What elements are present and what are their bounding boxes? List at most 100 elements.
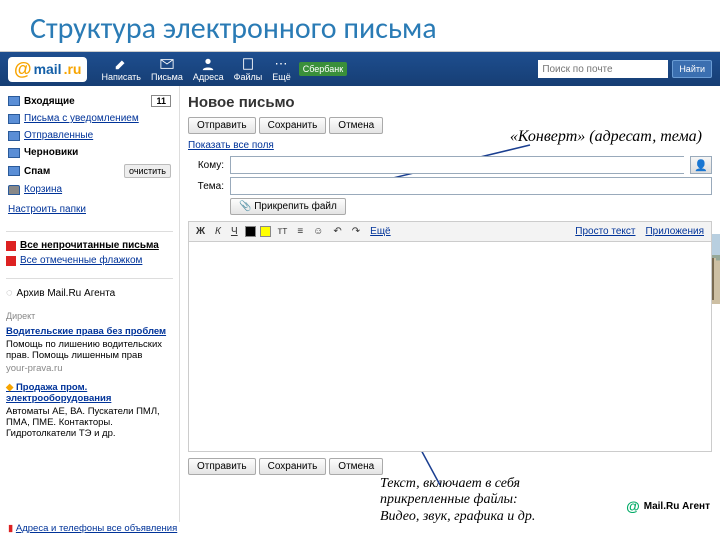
editor-toolbar: Ж К Ч тТ ≡ ☺ ↶ ↷ Ещё Просто текст Прилож… — [188, 221, 712, 242]
agent-archive[interactable]: ◌Архив Mail.Ru Агента — [6, 285, 173, 301]
font-size-button[interactable]: тТ — [275, 225, 291, 238]
filter-unread[interactable]: Все непрочитанные письма — [6, 238, 173, 253]
subject-label: Тема: — [188, 181, 224, 192]
ad1-text: Помощь по лишению водительских прав. Пом… — [6, 339, 162, 361]
nav-compose[interactable]: Написать — [101, 57, 141, 82]
attach-label: Прикрепить файл — [254, 201, 337, 212]
folder-inbox[interactable]: Входящие 11 — [6, 92, 173, 110]
filter-marked-label: Все отмеченные флажком — [20, 255, 142, 266]
folder-icon — [8, 96, 20, 106]
nav-mail-label: Письма — [151, 72, 183, 82]
folder-sent-label: Отправленные — [24, 130, 93, 141]
content-area: Новое письмо Отправить Сохранить Отмена … — [180, 86, 720, 522]
nav-contacts[interactable]: Адреса — [193, 57, 224, 82]
filter-marked[interactable]: Все отмеченные флажком — [6, 253, 173, 268]
message-body-editor[interactable] — [188, 242, 712, 452]
search-button[interactable]: Найти — [672, 60, 712, 78]
mail-agent-label: Mail.Ru Агент — [644, 501, 710, 512]
circle-icon: ◌ — [6, 287, 13, 299]
flag-icon — [6, 256, 16, 266]
flag-icon: ▮ — [8, 523, 13, 534]
sidebar: Входящие 11 Письма с уведомлением Отправ… — [0, 86, 180, 522]
nav-files[interactable]: Файлы — [234, 57, 263, 82]
dots-icon: ⋯ — [274, 57, 288, 71]
cancel-button[interactable]: Отмена — [329, 117, 383, 134]
at-icon: @ — [14, 59, 32, 80]
promo-badge[interactable]: Сбербанк — [299, 62, 347, 76]
redo-button[interactable]: ↷ — [349, 225, 363, 238]
ads-header: Директ — [6, 311, 35, 321]
pencil-icon — [114, 57, 128, 71]
folder-trash[interactable]: Корзина — [6, 181, 173, 198]
cancel-button-bottom[interactable]: Отмена — [329, 458, 383, 475]
apps-link[interactable]: Приложения — [642, 225, 707, 238]
clear-spam-button[interactable]: очистить — [124, 164, 171, 178]
more-tools[interactable]: Ещё — [367, 225, 393, 238]
nav-more-label: Ещё — [272, 72, 290, 82]
search-bar: Найти — [538, 60, 712, 78]
underline-button[interactable]: Ч — [228, 225, 241, 238]
ad1-title[interactable]: Водительские права без проблем — [6, 326, 173, 337]
undo-button[interactable]: ↶ — [330, 225, 344, 238]
italic-button[interactable]: К — [212, 225, 224, 238]
show-all-fields-link[interactable]: Показать все поля — [188, 138, 712, 153]
flag-icon — [6, 241, 16, 251]
to-input[interactable] — [230, 156, 684, 174]
folder-spam-label: Спам — [24, 166, 50, 177]
person-icon — [201, 57, 215, 71]
folder-icon — [8, 166, 20, 176]
highlight-button[interactable] — [260, 226, 271, 237]
to-label: Кому: — [188, 160, 224, 171]
folder-icon — [8, 148, 20, 158]
compose-heading: Новое письмо — [188, 92, 712, 117]
align-button[interactable]: ≡ — [294, 225, 306, 238]
folder-inbox-label: Входящие — [24, 96, 75, 107]
folder-flagged-label: Письма с уведомлением — [24, 113, 139, 124]
send-button-bottom[interactable]: Отправить — [188, 458, 256, 475]
files-icon — [241, 57, 255, 71]
folder-flagged[interactable]: Письма с уведомлением — [6, 110, 173, 127]
top-bar: @mail.ru Написать Письма Адреса Файлы ⋯Е… — [0, 52, 720, 86]
clip-icon: 📎 — [239, 201, 254, 212]
tag-icon: ◆ — [6, 382, 16, 393]
ad2-title[interactable]: ◆ Продажа пром. электрооборудования — [6, 382, 173, 404]
folder-sent[interactable]: Отправленные — [6, 127, 173, 144]
logo-tld: .ru — [64, 61, 82, 77]
folder-trash-label: Корзина — [24, 184, 62, 195]
bold-button[interactable]: Ж — [193, 225, 208, 238]
slide-title: Структура электронного письма — [0, 0, 720, 52]
manage-folders-link[interactable]: Настроить папки — [6, 198, 173, 221]
folder-drafts[interactable]: Черновики — [6, 144, 173, 161]
inbox-count-badge: 11 — [151, 95, 171, 107]
plain-text-link[interactable]: Просто текст — [572, 225, 638, 238]
bottom-side-label: Адреса и телефоны все объявления — [16, 523, 177, 534]
trash-icon — [8, 185, 20, 195]
nav-files-label: Файлы — [234, 72, 263, 82]
top-nav: Написать Письма Адреса Файлы ⋯Ещё — [101, 57, 290, 82]
nav-more[interactable]: ⋯Ещё — [272, 57, 290, 82]
send-button[interactable]: Отправить — [188, 117, 256, 134]
attach-button[interactable]: 📎 Прикрепить файл — [230, 198, 346, 215]
search-input[interactable] — [538, 60, 668, 78]
emoji-button[interactable]: ☺ — [310, 225, 326, 238]
mail-agent-widget[interactable]: @ Mail.Ru Агент — [626, 498, 710, 514]
folder-spam[interactable]: Спам очистить — [6, 161, 173, 181]
address-book-button[interactable]: 👤 — [690, 156, 712, 174]
subject-input[interactable] — [230, 177, 712, 195]
ad2-text: Автоматы АЕ, ВА. Пускатели ПМЛ, ПМА, ПМЕ… — [6, 406, 160, 439]
annotation-body: Текст, включает в себя прикрепленные фай… — [380, 476, 535, 526]
envelope-icon — [160, 57, 174, 71]
mail-logo[interactable]: @mail.ru — [8, 57, 87, 82]
nav-contacts-label: Адреса — [193, 72, 224, 82]
filter-unread-label: Все непрочитанные письма — [20, 240, 159, 251]
agent-icon: @ — [626, 498, 640, 514]
save-button[interactable]: Сохранить — [259, 117, 327, 134]
ad1-url[interactable]: your-prava.ru — [6, 363, 173, 374]
folder-icon — [8, 131, 20, 141]
save-button-bottom[interactable]: Сохранить — [259, 458, 327, 475]
color-button[interactable] — [245, 226, 256, 237]
folder-drafts-label: Черновики — [24, 147, 78, 158]
nav-mail[interactable]: Письма — [151, 57, 183, 82]
nav-compose-label: Написать — [101, 72, 141, 82]
bottom-side-link[interactable]: ▮ Адреса и телефоны все объявления — [8, 523, 177, 534]
